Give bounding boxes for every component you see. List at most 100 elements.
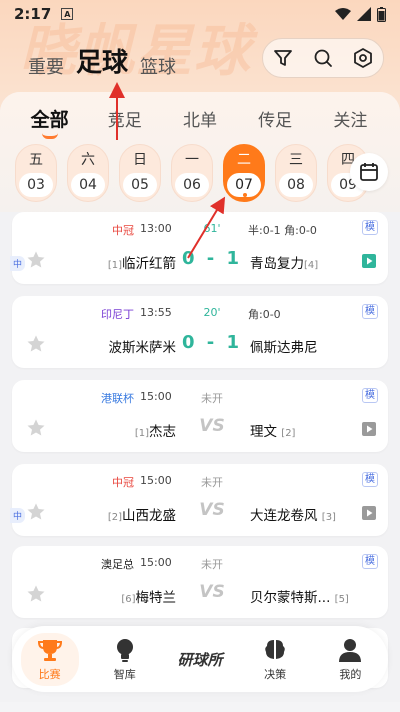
match-card[interactable]: 印尼丁 13:55 20' 角:0-0 模 波斯米萨米 0 - 1 佩斯达弗尼 (12, 296, 388, 368)
gesture-bar (0, 702, 400, 712)
away-team-name: 大连龙卷风 (250, 508, 318, 524)
video-play-icon[interactable] (362, 506, 376, 520)
match-time: 13:55 (140, 306, 172, 319)
date-item[interactable]: 六 04 (67, 144, 109, 202)
nav-decision[interactable]: 决策 (246, 637, 304, 682)
filter-icon[interactable] (269, 44, 297, 72)
battery-icon (377, 6, 386, 22)
match-card[interactable]: 港联杯 15:00 未开 模 [1]杰志 VS 理文 [2] (12, 380, 388, 452)
nav-research[interactable]: 研球所 (171, 649, 229, 670)
tab-basketball[interactable]: 篮球 (140, 53, 176, 79)
away-team-name: 青岛复力 (250, 256, 304, 272)
match-card[interactable]: 澳足总 15:00 未开 模 [6]梅特兰 VS 贝尔蒙特斯... [5] (12, 546, 388, 618)
nav-label: 决策 (264, 667, 287, 681)
nav-matches[interactable]: 比赛 (20, 632, 79, 686)
match-vs: VS (199, 582, 225, 602)
away-team: 理文 [2] (250, 420, 360, 440)
home-team: [6]梅特兰 (52, 586, 176, 606)
active-tab-underline (41, 133, 58, 139)
home-team: [1]临沂红箭 (52, 252, 176, 272)
match-vs: VS (199, 416, 225, 436)
match-odds: 半:0-1 角:0-0 (248, 224, 317, 237)
toolbar-pill (262, 38, 384, 78)
tab-important[interactable]: 重要 (28, 53, 64, 79)
match-status: 未开 (201, 392, 223, 405)
away-team: 佩斯达弗尼 (250, 336, 360, 356)
video-play-icon[interactable] (362, 254, 376, 268)
notification-a-icon: A (61, 8, 74, 20)
home-rank: [2] (107, 512, 122, 523)
away-rank: [4] (304, 260, 319, 271)
search-icon[interactable] (309, 44, 337, 72)
match-time: 15:00 (140, 556, 172, 569)
model-badge[interactable]: 模 (362, 220, 378, 235)
model-badge[interactable]: 模 (362, 554, 378, 569)
match-league: 港联杯 (101, 392, 134, 405)
date-item[interactable]: 三 08 (275, 144, 317, 202)
video-play-icon[interactable] (362, 422, 376, 436)
star-icon[interactable] (26, 250, 46, 270)
home-team-name: 梅特兰 (135, 590, 177, 606)
nav-profile[interactable]: 我的 (321, 637, 379, 682)
calendar-icon (360, 163, 378, 181)
calendar-button[interactable] (350, 153, 388, 191)
china-badge: 中 (10, 508, 26, 523)
subtab-jingzu[interactable]: 竞足 (95, 106, 155, 131)
date-item[interactable]: 日 05 (119, 144, 161, 202)
match-vs: VS (199, 500, 225, 520)
match-status: 未开 (201, 476, 223, 489)
star-icon[interactable] (26, 418, 46, 438)
home-rank: [6] (121, 594, 136, 605)
model-badge[interactable]: 模 (362, 472, 378, 487)
match-time: 13:00 (140, 222, 172, 235)
trophy-icon (37, 639, 62, 661)
nav-label: 智库 (113, 667, 136, 681)
away-team: 贝尔蒙特斯... [5] (250, 586, 360, 606)
home-team-name: 山西龙盛 (122, 508, 176, 524)
date-item[interactable]: 五 03 (15, 144, 57, 202)
nav-think-tank[interactable]: 智库 (96, 637, 154, 682)
home-rank: [1] (134, 428, 149, 439)
away-rank: [3] (321, 512, 336, 523)
subtab-all[interactable]: 全部 (20, 105, 80, 139)
sport-tabs: 重要 足球 篮球 (28, 42, 176, 79)
date-item-selected[interactable]: 二 07 (223, 144, 265, 202)
match-league: 中冠 (112, 476, 134, 489)
bulb-icon (116, 638, 133, 662)
selected-dot (243, 193, 247, 197)
user-icon (339, 638, 362, 662)
date-day: 04 (71, 173, 105, 197)
model-badge[interactable]: 模 (362, 304, 378, 319)
match-card[interactable]: 中冠 13:00 61' 半:0-1 角:0-0 模 中 [1]临沂红箭 0 -… (10, 212, 388, 284)
category-tabs: 全部 竞足 北单 传足 关注 (0, 100, 400, 139)
home-team-name: 临沂红箭 (122, 256, 176, 272)
subtab-chuanzu[interactable]: 传足 (245, 106, 305, 131)
star-icon[interactable] (26, 334, 46, 354)
away-team: 大连龙卷风 [3] (250, 504, 360, 524)
star-icon[interactable] (26, 584, 46, 604)
nav-label: 比赛 (38, 667, 61, 681)
nav-research-logo: 研球所 (177, 650, 223, 669)
wifi-icon (335, 8, 351, 20)
subtab-beidan[interactable]: 北单 (170, 106, 230, 131)
date-item[interactable]: 一 06 (171, 144, 213, 202)
star-icon[interactable] (26, 502, 46, 522)
match-time: 15:00 (140, 390, 172, 403)
away-team: 青岛复力[4] (250, 252, 360, 272)
date-day: 03 (19, 173, 53, 197)
subtab-follow[interactable]: 关注 (320, 106, 380, 131)
home-team: [1]杰志 (52, 420, 176, 440)
tab-football[interactable]: 足球 (76, 42, 129, 79)
model-badge[interactable]: 模 (362, 388, 378, 403)
date-weekday: 六 (81, 152, 95, 168)
away-rank: [5] (334, 594, 349, 605)
match-card[interactable]: 中冠 15:00 未开 模 中 [2]山西龙盛 VS 大连龙卷风 [3] (10, 464, 388, 536)
match-status: 未开 (201, 558, 223, 571)
date-day: 05 (123, 173, 157, 197)
away-team-name: 佩斯达弗尼 (250, 340, 318, 356)
date-day: 06 (175, 173, 209, 197)
settings-icon[interactable] (349, 44, 377, 72)
home-team: [2]山西龙盛 (52, 504, 176, 524)
match-league: 中冠 (112, 224, 134, 237)
date-weekday: 二 (237, 152, 251, 168)
